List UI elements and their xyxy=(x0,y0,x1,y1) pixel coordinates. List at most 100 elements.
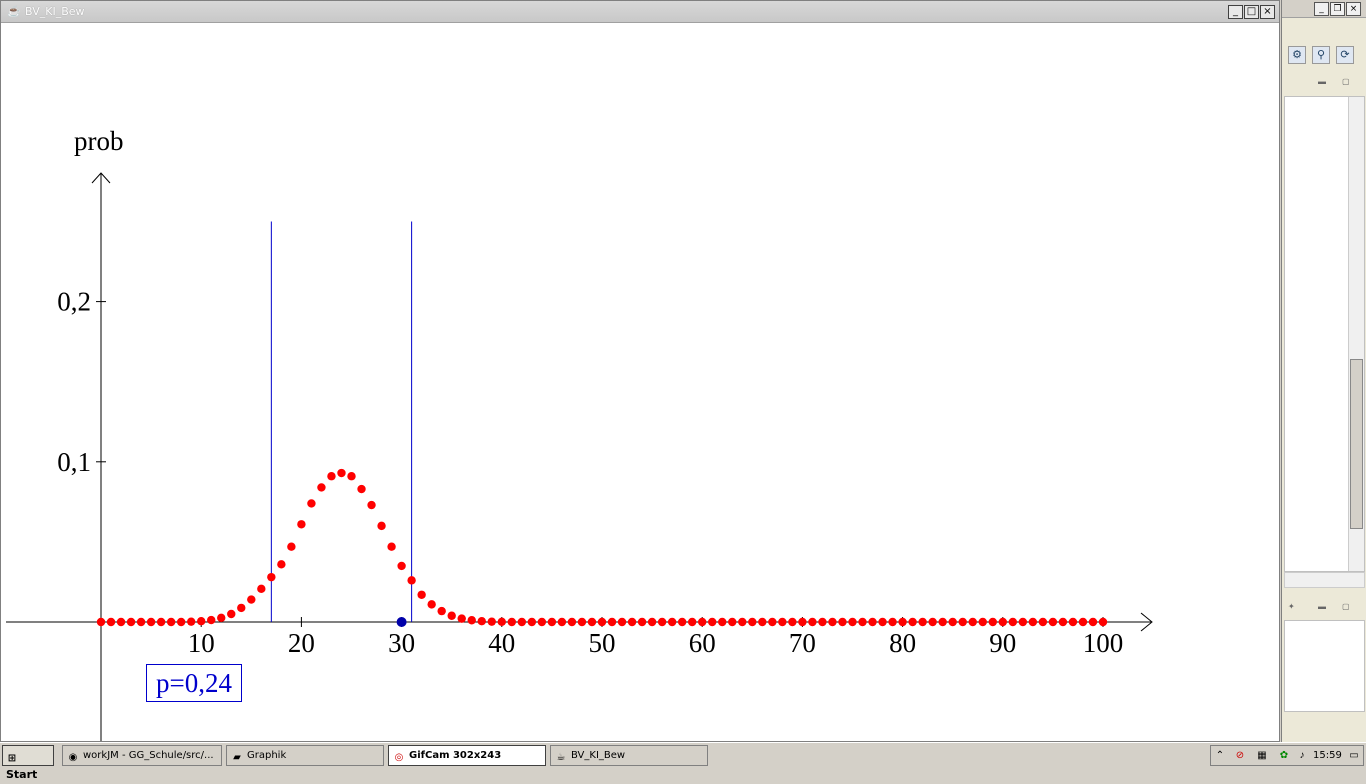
data-point xyxy=(838,617,847,627)
task-gifcam[interactable]: ◎ GifCam 302x243 xyxy=(388,745,546,766)
system-tray: ⌃ ⊘ ▦ ✿ ♪ 15:59 ▭ xyxy=(1210,745,1364,766)
data-point xyxy=(96,617,106,627)
data-point xyxy=(1078,617,1088,627)
side-minimize-button[interactable]: _ xyxy=(1314,2,1329,16)
data-point xyxy=(447,611,456,620)
clock: 15:59 xyxy=(1313,750,1342,761)
data-point xyxy=(507,617,517,627)
data-point xyxy=(617,617,627,627)
maximize-button[interactable]: □ xyxy=(1244,5,1259,19)
data-point xyxy=(627,617,637,627)
close-button[interactable]: × xyxy=(1260,5,1275,19)
data-point xyxy=(457,614,466,623)
probability-chart: prob 10 20 30 40 50 60 70 80 90 100 0,1 0,2 xyxy=(6,126,1153,741)
data-point xyxy=(968,617,977,627)
pane2-minimize-icon[interactable]: ▬ xyxy=(1318,603,1328,611)
x-tick-label: 50 xyxy=(589,628,616,658)
title-bar[interactable]: ☕ BV_KI_Bew _ □ × xyxy=(1,1,1279,23)
data-point xyxy=(687,617,697,627)
task-gifcam-label: GifCam 302x243 xyxy=(409,750,502,761)
data-point xyxy=(858,617,867,627)
eclipse-icon: ◉ xyxy=(68,752,78,763)
data-point xyxy=(1018,617,1028,627)
x-tick-label: 20 xyxy=(288,628,315,658)
data-point xyxy=(667,617,677,627)
side-toolbar: ⚙ ⚲ ⟳ xyxy=(1282,40,1366,70)
data-point xyxy=(277,560,286,569)
x-tick-label: 40 xyxy=(488,628,515,658)
ide-side-panel: _ ❐ × ⚙ ⚲ ⟳ ▬ ▢ ✦ ▬ ▢ xyxy=(1281,0,1366,742)
hierarchy-icon[interactable]: ⚙ xyxy=(1288,46,1306,64)
data-point xyxy=(778,617,787,627)
data-point xyxy=(146,617,156,627)
side-close-button[interactable]: × xyxy=(1346,2,1361,16)
data-point xyxy=(818,617,827,627)
task-graphik[interactable]: ▰ Graphik xyxy=(226,745,384,766)
pane2-maximize-icon[interactable]: ▢ xyxy=(1342,603,1352,611)
pane-maximize-icon[interactable]: ▢ xyxy=(1342,78,1352,86)
outline-pane[interactable] xyxy=(1284,96,1365,572)
x-tick-label: 90 xyxy=(989,628,1016,658)
data-point xyxy=(698,617,707,627)
data-point xyxy=(748,617,757,627)
data-point xyxy=(427,600,436,609)
data-point xyxy=(477,616,486,626)
minimize-button[interactable]: _ xyxy=(1228,5,1243,19)
data-point xyxy=(327,472,336,481)
data-point xyxy=(888,617,897,627)
data-point xyxy=(517,617,527,627)
data-point xyxy=(217,613,226,623)
data-point xyxy=(116,617,126,627)
y-tick-label: 0,1 xyxy=(57,447,91,477)
data-point xyxy=(728,617,737,627)
data-point xyxy=(758,617,767,627)
task-bv-ki-bew[interactable]: ☕ BV_KI_Bew xyxy=(550,745,708,766)
data-point xyxy=(126,617,136,627)
data-point xyxy=(918,617,927,627)
data-point xyxy=(267,572,276,582)
data-point xyxy=(958,617,967,627)
outline-horizontal-scrollbar[interactable] xyxy=(1284,572,1365,588)
data-point xyxy=(227,609,236,619)
window-title: BV_KI_Bew xyxy=(25,5,85,18)
p-value-label: p=0,24 xyxy=(146,664,242,702)
data-point xyxy=(657,617,667,627)
data-point xyxy=(1068,617,1078,627)
data-point xyxy=(136,617,146,627)
tray-expand-icon[interactable]: ⌃ xyxy=(1213,749,1227,763)
start-button[interactable]: ⊞ Start xyxy=(2,745,54,781)
data-point xyxy=(587,617,597,627)
x-tick-label: 30 xyxy=(388,628,415,658)
sample-marker xyxy=(396,617,407,627)
tray-desktop-icon[interactable]: ▭ xyxy=(1347,749,1361,763)
tree-icon[interactable]: ⚲ xyxy=(1312,46,1330,64)
tray-network-icon[interactable]: ▦ xyxy=(1255,749,1269,763)
side-restore-button[interactable]: ❐ xyxy=(1330,2,1345,16)
sync-icon[interactable]: ⟳ xyxy=(1336,46,1354,64)
tray-blocked-icon[interactable]: ⊘ xyxy=(1233,749,1247,763)
windows-logo-icon: ⊞ xyxy=(7,753,17,764)
task-eclipse-label: workJM - GG_Schule/src/... xyxy=(83,750,214,761)
java-app-icon: ☕ xyxy=(7,6,21,18)
outline-vertical-scrollbar[interactable] xyxy=(1348,97,1364,571)
start-label: Start xyxy=(6,768,38,781)
java-icon: ☕ xyxy=(556,752,566,763)
scrollbar-thumb[interactable] xyxy=(1350,359,1363,529)
pane-minimize-icon[interactable]: ▬ xyxy=(1318,78,1328,86)
data-point xyxy=(708,617,717,627)
tray-volume-icon[interactable]: ♪ xyxy=(1295,749,1309,763)
data-point xyxy=(257,584,266,594)
data-point xyxy=(166,617,176,627)
pane-lightbulb-icon[interactable]: ✦ xyxy=(1288,603,1298,611)
data-point xyxy=(377,521,386,531)
data-point xyxy=(1038,617,1048,627)
tray-update-icon[interactable]: ✿ xyxy=(1277,749,1291,763)
plot-area[interactable]: prob 10 20 30 40 50 60 70 80 90 100 0,1 0,2 p=0,24 xyxy=(1,23,1279,741)
data-point xyxy=(527,617,537,627)
data-point xyxy=(828,617,837,627)
data-point xyxy=(898,617,907,627)
x-tick-label: 100 xyxy=(1083,628,1124,658)
task-eclipse[interactable]: ◉ workJM - GG_Schule/src/... xyxy=(62,745,222,766)
secondary-pane[interactable] xyxy=(1284,620,1365,712)
data-point xyxy=(367,500,376,510)
